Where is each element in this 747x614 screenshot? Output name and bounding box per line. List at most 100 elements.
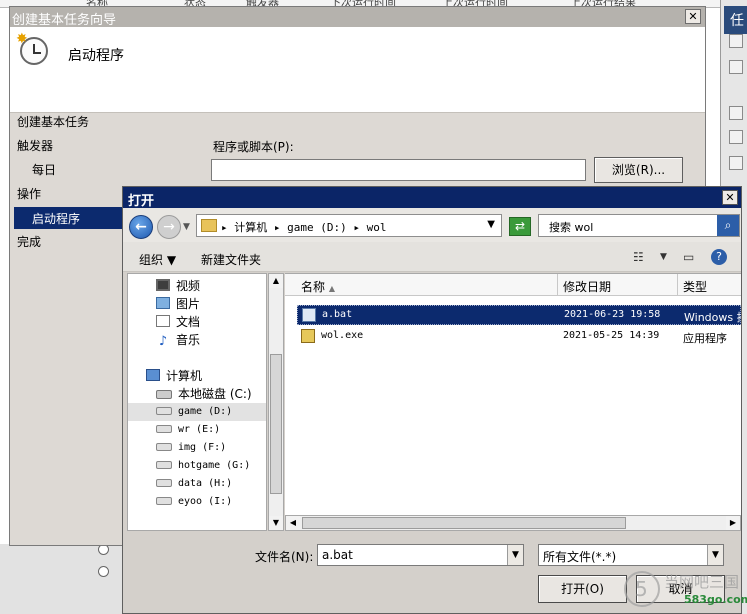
address-path[interactable]: ▸ 计算机 ▸ game (D:) ▸ wol — [221, 219, 386, 235]
file-modified: 2021-06-23 19:58 — [564, 309, 661, 320]
tree-item-drive-f[interactable]: img (F:) — [156, 442, 226, 460]
filename-label: 文件名(N): — [255, 550, 314, 564]
tree-item-label: eyoo (I:) — [178, 496, 233, 507]
music-note-icon: ♪ — [158, 334, 168, 349]
refresh-icon[interactable]: ⇄ — [509, 217, 531, 236]
file-modified: 2021-05-25 14:39 — [563, 330, 660, 341]
scroll-thumb[interactable] — [302, 517, 626, 529]
chevron-down-icon[interactable]: ▼ — [487, 219, 495, 230]
clock-icon[interactable] — [729, 34, 743, 48]
chevron-down-icon[interactable]: ▼ — [660, 252, 667, 262]
sort-ascending-icon: ▲ — [328, 284, 335, 293]
scroll-down-icon[interactable]: ▼ — [269, 516, 283, 530]
program-input[interactable] — [211, 159, 586, 181]
file-row[interactable]: wol.exe 2021-05-25 14:39 应用程序 — [297, 327, 741, 347]
navigation-tree: 视频 图片 文档 ♪ 音乐 计算机 本地磁盘 (C:) game (D:) wr … — [127, 273, 267, 531]
folder-icon[interactable] — [729, 156, 743, 170]
tree-item-computer[interactable]: 计算机 — [146, 367, 202, 385]
tree-item-drive-c[interactable]: 本地磁盘 (C:) — [156, 385, 252, 403]
history-dropdown-icon[interactable]: ▼ — [183, 222, 190, 232]
wizard-close-button[interactable]: ✕ — [685, 9, 701, 24]
nav-finish[interactable]: 完成 — [17, 233, 41, 250]
column-header-name[interactable]: 名称 ▲ — [301, 278, 335, 295]
help-icon[interactable]: ? — [711, 249, 727, 265]
watermark-text: 当网吧三国 — [664, 573, 740, 591]
nav-daily[interactable]: 每日 — [32, 161, 56, 178]
tree-item-pictures[interactable]: 图片 — [156, 295, 200, 313]
watermark-url: 583go.com — [684, 593, 747, 606]
open-file-dialog: 打开 ✕ ← → ▼ ▸ 计算机 ▸ game (D:) ▸ wol ▼ ⇄ 搜… — [122, 186, 742, 614]
file-list: 名称 ▲ 修改日期 类型 a.bat 2021-06-23 19:58 Wind… — [285, 273, 741, 515]
program-label: 程序或脚本(P): — [213, 140, 294, 154]
site-watermark: 5 当网吧三国 583go.com — [620, 565, 747, 614]
drive-icon — [156, 407, 172, 415]
new-star-icon: ✸ — [16, 31, 28, 47]
tree-item-drive-d[interactable]: game (D:) — [128, 403, 266, 421]
column-divider[interactable] — [677, 274, 678, 296]
tree-item-drive-h[interactable]: data (H:) — [156, 478, 232, 496]
tree-item-drive-e[interactable]: wr (E:) — [156, 424, 220, 442]
column-label: 名称 — [301, 280, 326, 294]
chevron-down-icon[interactable]: ▼ — [707, 545, 723, 565]
column-header-modified[interactable]: 修改日期 — [563, 278, 611, 295]
search-input[interactable]: 搜索 wol — [549, 219, 593, 235]
nav-trigger[interactable]: 触发器 — [17, 137, 53, 154]
browse-button[interactable]: 浏览(R)... — [594, 157, 683, 183]
tree-item-documents[interactable]: 文档 — [156, 313, 200, 331]
tree-item-label: 文档 — [176, 315, 201, 329]
address-bar[interactable]: ▸ 计算机 ▸ game (D:) ▸ wol ▼ — [196, 214, 502, 237]
scroll-up-icon[interactable]: ▲ — [269, 274, 283, 288]
search-icon[interactable]: ⌕ — [717, 215, 739, 236]
document-library-icon — [156, 315, 170, 327]
column-header-type[interactable]: 类型 — [683, 278, 707, 295]
wizard-header — [10, 27, 705, 113]
nav-action[interactable]: 操作 — [17, 185, 41, 202]
tree-item-label: 计算机 — [166, 369, 203, 383]
filename-input[interactable]: a.bat — [322, 548, 353, 562]
file-list-header: 名称 ▲ 修改日期 类型 — [285, 274, 741, 296]
new-folder-button[interactable]: 新建文件夹 — [201, 251, 261, 268]
back-arrow-icon[interactable]: ← — [129, 215, 153, 239]
tree-scrollbar[interactable]: ▲ ▼ — [268, 273, 284, 531]
tree-item-label: game (D:) — [178, 406, 233, 417]
filetype-value: 所有文件(*.*) — [543, 550, 617, 564]
svg-text:5: 5 — [635, 577, 648, 601]
video-library-icon — [156, 279, 170, 291]
open-button[interactable]: 打开(O) — [538, 575, 627, 603]
organize-button[interactable]: 组织 ▼ — [139, 251, 176, 268]
lower-left-panel — [0, 544, 125, 614]
file-row[interactable]: a.bat 2021-06-23 19:58 Windows 批 — [297, 305, 741, 325]
tree-item-videos[interactable]: 视频 — [156, 277, 200, 295]
tree-item-music[interactable]: ♪ 音乐 — [156, 331, 200, 349]
file-type: 应用程序 — [683, 332, 727, 345]
batch-file-icon — [302, 308, 316, 322]
forward-arrow-icon[interactable]: → — [157, 215, 181, 239]
search-box[interactable]: 搜索 wol ⌕ — [538, 214, 740, 237]
application-icon — [301, 329, 315, 343]
tree-item-label: 图片 — [176, 297, 201, 311]
drive-icon — [156, 497, 172, 505]
radio-option-2[interactable] — [98, 566, 109, 577]
nav-start-program[interactable]: 启动程序 — [14, 207, 127, 229]
column-divider[interactable] — [557, 274, 558, 296]
scroll-left-icon[interactable]: ◀ — [286, 516, 300, 530]
dialog-close-button[interactable]: ✕ — [722, 190, 738, 205]
list-icon[interactable] — [729, 106, 743, 120]
properties-icon[interactable] — [729, 130, 743, 144]
view-options-icon[interactable]: ☷ — [633, 250, 644, 264]
gear-icon[interactable] — [729, 60, 743, 74]
address-bar-area: ← → ▼ ▸ 计算机 ▸ game (D:) ▸ wol ▼ ⇄ 搜索 wol… — [123, 208, 741, 242]
tree-item-drive-g[interactable]: hotgame (G:) — [156, 460, 250, 478]
filename-combobox[interactable]: a.bat ▼ — [317, 544, 524, 566]
picture-library-icon — [156, 297, 170, 309]
tree-item-label: hotgame (G:) — [178, 460, 251, 471]
wizard-heading: 启动程序 — [68, 48, 124, 64]
tree-item-drive-i[interactable]: eyoo (I:) — [156, 496, 232, 514]
actions-panel-title: 任 — [724, 6, 747, 34]
preview-pane-icon[interactable]: ▭ — [683, 250, 694, 264]
file-list-hscrollbar[interactable]: ◀ ▶ — [285, 515, 741, 531]
filetype-select[interactable]: 所有文件(*.*) ▼ — [538, 544, 724, 566]
chevron-down-icon[interactable]: ▼ — [507, 545, 523, 565]
scroll-thumb[interactable] — [270, 354, 282, 494]
scroll-right-icon[interactable]: ▶ — [726, 516, 740, 530]
